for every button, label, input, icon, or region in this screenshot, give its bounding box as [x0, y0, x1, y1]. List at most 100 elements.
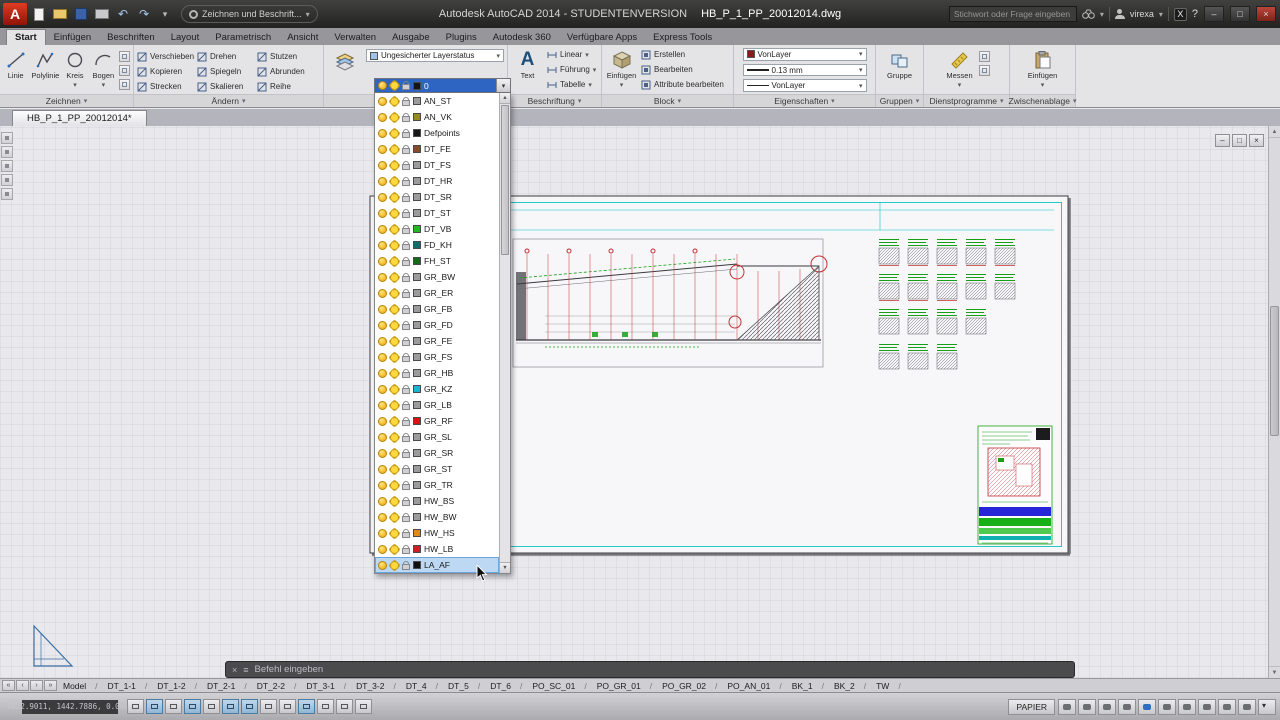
layer-color-swatch[interactable]	[413, 273, 421, 281]
group-button[interactable]: Gruppe	[883, 47, 916, 92]
layer-unlock-icon[interactable]	[402, 240, 410, 250]
layer-color-swatch[interactable]	[413, 385, 421, 393]
scroll-up-icon[interactable]: ▲	[500, 93, 510, 104]
3dosnap-toggle[interactable]	[241, 699, 258, 714]
circle-tool-button[interactable]: Kreis	[62, 47, 87, 92]
toolbar-lock-icon[interactable]	[1218, 698, 1236, 715]
command-close-icon[interactable]: ×	[232, 665, 237, 675]
layer-on-icon[interactable]	[378, 160, 387, 170]
layer-unlock-icon[interactable]	[402, 160, 410, 170]
layer-thaw-icon[interactable]	[390, 432, 399, 442]
layout-nav-button[interactable]: »	[44, 680, 57, 691]
layout-tab[interactable]: DT_3-2	[351, 681, 401, 691]
layer-list-item[interactable]: HW_HS	[375, 525, 499, 541]
hatch-tool-icon[interactable]	[119, 65, 131, 76]
polar-toggle[interactable]	[203, 699, 220, 714]
layer-list-item[interactable]: GR_BW	[375, 269, 499, 285]
rectangle-tool-icon[interactable]	[119, 51, 131, 62]
layer-thaw-icon[interactable]	[390, 160, 399, 170]
mini-tool-icon[interactable]	[1, 146, 13, 158]
osnap-toggle[interactable]	[222, 699, 239, 714]
ducs-toggle[interactable]	[279, 699, 296, 714]
modify-tool-button[interactable]: Verschieben	[137, 52, 197, 62]
ribbon-tab[interactable]: Layout	[163, 30, 208, 45]
snap-toggle[interactable]	[146, 699, 163, 714]
layer-list-item[interactable]: GR_LB	[375, 397, 499, 413]
vertical-scrollbar[interactable]: ▲ ▼	[1268, 126, 1280, 678]
layer-thaw-icon[interactable]	[390, 528, 399, 538]
layer-on-icon[interactable]	[378, 336, 387, 346]
layer-color-swatch[interactable]	[413, 289, 421, 297]
layer-list-item[interactable]: GR_FD	[375, 317, 499, 333]
scroll-down-icon[interactable]: ▼	[500, 562, 510, 573]
ribbon-tab[interactable]: Autodesk 360	[485, 30, 559, 45]
layout-tab[interactable]: PO_AN_01	[722, 681, 786, 691]
insert-block-button[interactable]: Einfügen	[605, 47, 638, 92]
layer-list-item[interactable]: GR_ST	[375, 461, 499, 477]
layer-unlock-icon[interactable]	[402, 256, 410, 266]
layer-on-icon[interactable]	[378, 368, 387, 378]
layer-list-item[interactable]: FH_ST	[375, 253, 499, 269]
layer-thaw-icon[interactable]	[390, 256, 399, 266]
ribbon-tab[interactable]: Ausgabe	[384, 30, 438, 45]
ribbon-tab[interactable]: Verfügbare Apps	[559, 30, 645, 45]
layer-thaw-icon[interactable]	[390, 208, 399, 218]
layer-list-item[interactable]: HW_BS	[375, 493, 499, 509]
otrack-toggle[interactable]	[260, 699, 277, 714]
command-prompt[interactable]: Befehl eingeben	[255, 664, 324, 675]
layer-list-item[interactable]: GR_HB	[375, 365, 499, 381]
layer-color-swatch[interactable]	[413, 513, 421, 521]
minimize-button[interactable]: –	[1204, 6, 1224, 22]
layer-unlock-icon[interactable]	[402, 144, 410, 154]
layer-unlock-icon[interactable]	[402, 560, 410, 570]
layer-unlock-icon[interactable]	[402, 496, 410, 506]
layout-tab[interactable]: PO_GR_01	[592, 681, 657, 691]
ortho-toggle[interactable]	[184, 699, 201, 714]
layer-unlock-icon[interactable]	[402, 384, 410, 394]
layer-unlock-icon[interactable]	[402, 208, 410, 218]
modify-tool-button[interactable]: Reihe	[257, 82, 317, 92]
title-block[interactable]	[977, 425, 1053, 545]
layer-on-icon[interactable]	[378, 416, 387, 426]
lwt-toggle[interactable]	[317, 699, 334, 714]
command-line[interactable]: × ≡ Befehl eingeben	[225, 661, 1075, 678]
layout-tab[interactable]: Model	[58, 681, 103, 691]
layer-color-swatch[interactable]	[413, 433, 421, 441]
layer-thaw-icon[interactable]	[390, 464, 399, 474]
layer-on-icon[interactable]	[378, 240, 387, 250]
plot-icon[interactable]	[94, 6, 110, 22]
object-color-combo[interactable]: VonLayer ▾	[742, 48, 867, 61]
layer-list-item[interactable]: GR_SL	[375, 429, 499, 445]
layer-thaw-icon[interactable]	[390, 288, 399, 298]
qat-menu-icon[interactable]	[157, 6, 173, 22]
modify-tool-button[interactable]: Spiegeln	[197, 67, 257, 77]
layer-on-icon[interactable]	[378, 496, 387, 506]
layer-list-item[interactable]: GR_KZ	[375, 381, 499, 397]
mini-tool-icon[interactable]	[1, 132, 13, 144]
layer-list-item[interactable]: DT_FS	[375, 157, 499, 173]
redo-icon[interactable]	[136, 6, 152, 22]
layer-on-icon[interactable]	[378, 96, 387, 106]
id-point-icon[interactable]	[979, 51, 990, 62]
panel-label-block[interactable]: Block	[602, 94, 733, 107]
layer-list-item[interactable]: HW_LB	[375, 541, 499, 557]
layer-unlock-icon[interactable]	[402, 400, 410, 410]
layer-on-icon[interactable]	[378, 448, 387, 458]
layer-color-swatch[interactable]	[413, 401, 421, 409]
layer-unlock-icon[interactable]	[402, 480, 410, 490]
layer-unlock-icon[interactable]	[402, 352, 410, 362]
mini-tool-icon[interactable]	[1, 160, 13, 172]
layer-thaw-icon[interactable]	[390, 368, 399, 378]
layer-on-icon[interactable]	[378, 144, 387, 154]
paper-model-toggle[interactable]: PAPIER	[1008, 698, 1055, 715]
scrollbar-thumb[interactable]	[1270, 306, 1279, 436]
layout-tab[interactable]: PO_GR_02	[657, 681, 722, 691]
layer-color-swatch[interactable]	[413, 353, 421, 361]
layer-list-item[interactable]: Defpoints	[375, 125, 499, 141]
layer-on-icon[interactable]	[378, 176, 387, 186]
layout-tab[interactable]: TW	[871, 681, 906, 691]
ribbon-tab[interactable]: Ansicht	[279, 30, 326, 45]
layout-tab[interactable]: DT_1-2	[152, 681, 202, 691]
panel-label-aendern[interactable]: Ändern	[134, 94, 323, 107]
layer-color-swatch[interactable]	[413, 561, 421, 569]
